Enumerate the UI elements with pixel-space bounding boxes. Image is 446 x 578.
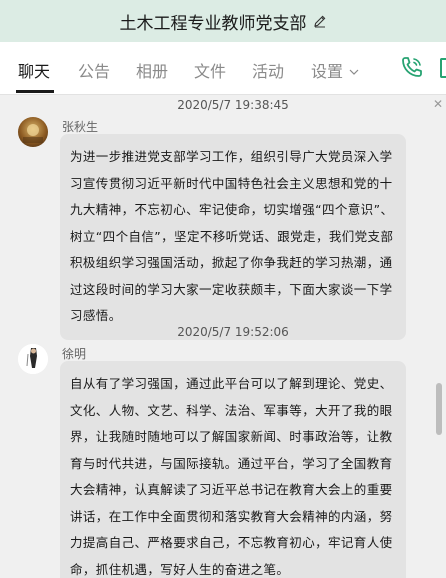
message-timestamp: 2020/5/7 19:38:45 [177, 98, 289, 112]
tab-album[interactable]: 相册 [136, 58, 168, 82]
sender-name: 张秋生 [62, 120, 99, 134]
tab-files[interactable]: 文件 [194, 58, 226, 82]
active-tab-indicator [16, 90, 54, 93]
window-titlebar: 土木工程专业教师党支部 [0, 0, 446, 42]
sender-name: 徐明 [62, 347, 87, 361]
tab-settings[interactable]: 设置 [311, 58, 359, 82]
avatar[interactable] [18, 344, 48, 374]
message-timestamp: 2020/5/7 19:52:06 [177, 325, 289, 339]
phone-call-icon[interactable] [400, 55, 424, 83]
message-bubble[interactable]: 为进一步推进党支部学习工作，组织引导广大党员深入学习宣传贯彻习近平新时代中国特色… [60, 134, 406, 340]
avatar[interactable] [18, 117, 48, 147]
edit-icon[interactable] [313, 14, 327, 28]
chat-scrollbar[interactable] [436, 383, 442, 435]
tab-settings-label: 设置 [311, 62, 344, 81]
tab-announcements[interactable]: 公告 [78, 58, 110, 82]
chat-area: ✕ 2020/5/7 19:38:45 张秋生 为进一步推进党支部学习工作，组织… [0, 95, 446, 578]
chevron-down-icon [349, 60, 359, 79]
group-title: 土木工程专业教师党支部 [119, 13, 307, 34]
tab-bar: 聊天 公告 相册 文件 活动 设置 [0, 42, 446, 95]
message-bubble[interactable]: 自从有了学习强国，通过此平台可以了解到理论、党史、文化、人物、文艺、科学、法治、… [60, 361, 406, 578]
side-panel-toggle-icon[interactable] [440, 58, 446, 78]
tab-activities[interactable]: 活动 [252, 58, 284, 82]
tab-chat[interactable]: 聊天 [18, 58, 50, 82]
